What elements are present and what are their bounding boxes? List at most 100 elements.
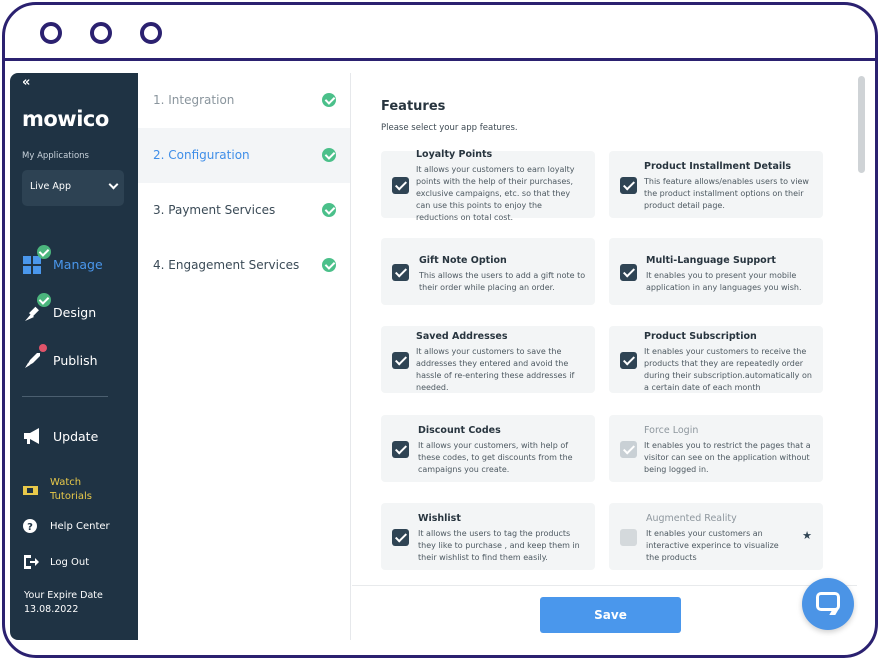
chat-button[interactable] xyxy=(802,578,854,630)
feature-checkbox[interactable] xyxy=(392,441,409,458)
feature-title: Force Login xyxy=(644,425,699,436)
step-label: 1. Integration xyxy=(153,93,235,107)
ticket-icon xyxy=(22,481,40,499)
grid-icon xyxy=(22,245,51,275)
scrollbar-thumb[interactable] xyxy=(858,76,865,173)
nav-update-label: Update xyxy=(53,428,99,444)
nav-design[interactable]: Design xyxy=(22,293,97,323)
feature-description: It enables you to present your mobile ap… xyxy=(646,271,802,292)
feature-card-discount-codes[interactable]: Discount Codes It allows your customers,… xyxy=(381,415,595,482)
step-label: 4. Engagement Services xyxy=(153,258,300,272)
feature-card-multi-language[interactable]: Multi-Language Support It enables you to… xyxy=(609,238,823,305)
feature-title: Multi-Language Support xyxy=(646,255,776,266)
feature-checkbox[interactable] xyxy=(392,264,409,281)
feature-checkbox[interactable] xyxy=(620,264,637,281)
feature-card-product-subscription[interactable]: Product Subscription It enables your cus… xyxy=(609,326,823,393)
feature-description: It allows your customers, with help of t… xyxy=(418,441,573,474)
feature-title: Augmented Reality xyxy=(646,513,737,524)
check-badge-icon xyxy=(37,293,51,307)
step-engagement-services[interactable]: 4. Engagement Services xyxy=(138,238,350,293)
feature-description: It enables your customers to receive the… xyxy=(644,347,812,392)
step-label: 2. Configuration xyxy=(153,148,250,162)
collapse-sidebar-button[interactable]: « xyxy=(22,75,30,90)
footer-bar: Save xyxy=(352,585,857,640)
feature-description: This allows the users to add a gift note… xyxy=(419,271,586,292)
feature-checkbox[interactable] xyxy=(392,529,409,546)
feature-checkbox[interactable] xyxy=(620,352,637,369)
feature-card-loyalty-points[interactable]: Loyalty Points It allows your customers … xyxy=(381,149,595,222)
nav-manage-label: Manage xyxy=(53,256,103,272)
star-icon: ★ xyxy=(802,529,812,542)
app-select-value: Live App xyxy=(30,181,71,192)
feature-title: Discount Codes xyxy=(418,425,501,436)
check-circle-icon xyxy=(322,93,336,107)
log-out-link[interactable]: Log Out xyxy=(22,553,89,571)
feature-description: This feature allows/enables users to vie… xyxy=(644,177,809,210)
check-badge-icon xyxy=(37,245,51,259)
feature-card-product-installment[interactable]: Product Installment Details This feature… xyxy=(609,151,823,218)
feature-title: Gift Note Option xyxy=(419,255,507,266)
setup-steps: 1. Integration 2. Configuration 3. Payme… xyxy=(138,73,351,640)
feature-checkbox-unchecked[interactable] xyxy=(620,529,637,546)
svg-text:?: ? xyxy=(27,522,33,533)
feature-checkbox[interactable] xyxy=(392,177,409,194)
feature-title: Saved Addresses xyxy=(416,331,508,342)
save-button[interactable]: Save xyxy=(540,597,681,633)
nav-publish[interactable]: Publish xyxy=(22,344,98,371)
sidebar-divider xyxy=(22,396,108,397)
app-select[interactable]: Live App xyxy=(22,170,124,206)
mowico-logo: mowico xyxy=(22,107,109,131)
feature-card-force-login[interactable]: Force Login It enables you to restrict t… xyxy=(609,415,823,482)
page-title: Features xyxy=(381,99,446,114)
window-control-1[interactable] xyxy=(40,22,62,44)
feature-card-gift-note[interactable]: Gift Note Option This allows the users t… xyxy=(381,238,595,305)
feature-title: Product Subscription xyxy=(644,331,757,342)
feature-checkbox-disabled[interactable] xyxy=(620,441,637,458)
step-integration[interactable]: 1. Integration xyxy=(138,73,350,128)
step-configuration[interactable]: 2. Configuration xyxy=(138,128,350,183)
question-icon: ? xyxy=(22,517,40,535)
sidebar: « mowico My Applications Live App Manage… xyxy=(10,73,138,640)
check-circle-icon xyxy=(322,203,336,217)
feature-description: It enables your customers an interactive… xyxy=(646,529,779,562)
feature-description: It allows your customers to earn loyalty… xyxy=(416,165,575,222)
nav-update[interactable]: Update xyxy=(22,425,98,447)
check-circle-icon xyxy=(322,148,336,162)
feature-description: It allows your customers to save the add… xyxy=(416,347,575,392)
feature-card-saved-addresses[interactable]: Saved Addresses It allows your customers… xyxy=(381,326,595,393)
watch-tutorials-link[interactable]: Watch Tutorials xyxy=(22,476,106,504)
step-label: 3. Payment Services xyxy=(153,203,276,217)
feature-description: It enables you to restrict the pages tha… xyxy=(644,441,811,474)
nav-publish-label: Publish xyxy=(53,352,98,368)
feature-description: It allows the users to tag the products … xyxy=(418,529,580,562)
nav-manage[interactable]: Manage xyxy=(22,245,103,275)
feature-card-wishlist[interactable]: Wishlist It allows the users to tag the … xyxy=(381,503,595,570)
check-circle-icon xyxy=(322,258,336,272)
window-titlebar xyxy=(5,5,875,61)
brush-icon xyxy=(22,293,51,323)
feature-title: Wishlist xyxy=(418,513,461,524)
chevron-down-icon xyxy=(108,179,119,190)
rocket-icon xyxy=(22,344,47,371)
expire-info: Your Expire Date 13.08.2022 xyxy=(24,589,103,617)
help-center-label: Help Center xyxy=(50,520,110,532)
notification-dot-icon xyxy=(39,344,47,352)
nav-design-label: Design xyxy=(53,304,97,320)
my-applications-label: My Applications xyxy=(22,151,89,161)
chat-bubble-icon xyxy=(816,592,840,611)
feature-card-augmented-reality[interactable]: Augmented Reality It enables your custom… xyxy=(609,503,823,570)
step-payment-services[interactable]: 3. Payment Services xyxy=(138,183,350,238)
help-center-link[interactable]: ? Help Center xyxy=(22,517,110,535)
megaphone-icon xyxy=(22,425,44,447)
window-control-2[interactable] xyxy=(90,22,112,44)
expire-label: Your Expire Date xyxy=(24,590,103,601)
feature-title: Loyalty Points xyxy=(416,149,493,160)
expire-date: 13.08.2022 xyxy=(24,604,79,615)
watch-tutorials-label: Watch Tutorials xyxy=(50,477,92,502)
feature-checkbox[interactable] xyxy=(392,352,409,369)
logout-icon xyxy=(22,553,40,571)
feature-title: Product Installment Details xyxy=(644,161,792,172)
feature-checkbox[interactable] xyxy=(620,177,637,194)
window-control-3[interactable] xyxy=(140,22,162,44)
log-out-label: Log Out xyxy=(50,556,90,568)
